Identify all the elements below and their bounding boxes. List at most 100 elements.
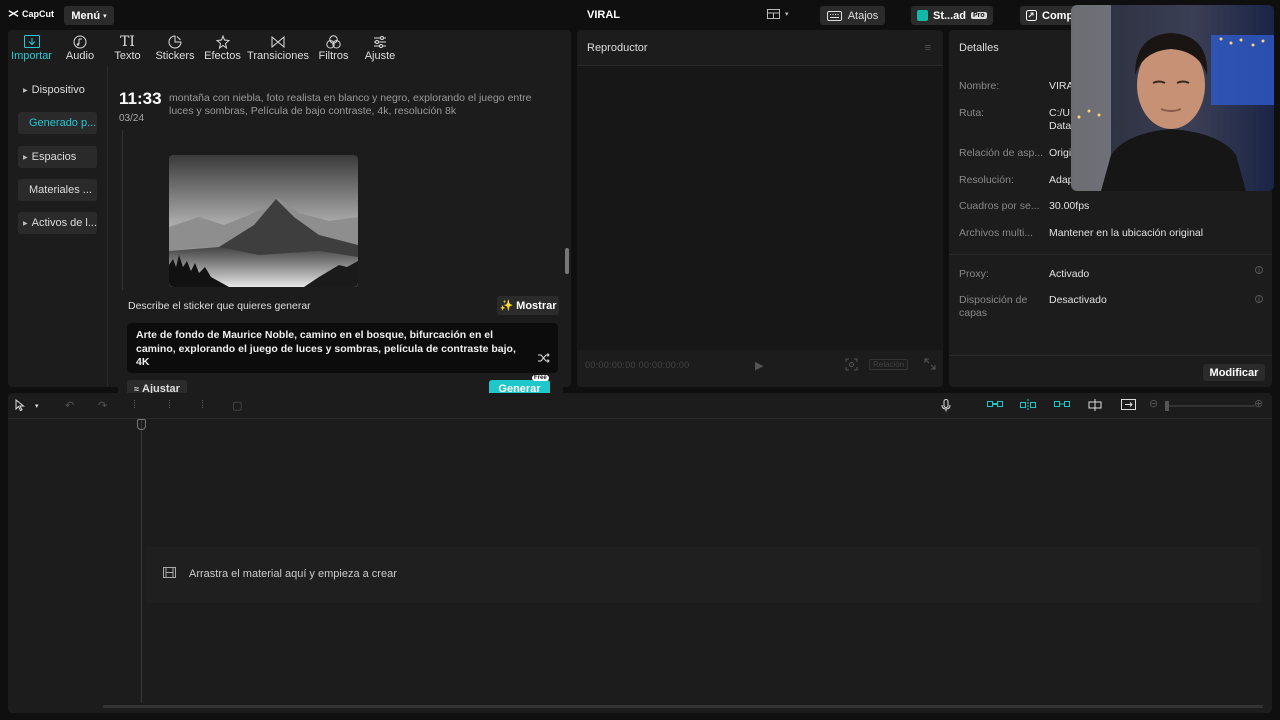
detail-label-fps: Cuadros por se...	[959, 200, 1040, 212]
capcut-logo: CapCut	[8, 8, 54, 19]
detail-label-proxy: Proxy:	[959, 268, 989, 280]
generated-image[interactable]	[169, 155, 358, 287]
detail-label-nombre: Nombre:	[959, 80, 1000, 92]
sidebar-item-espacios[interactable]: ▶ Espacios	[18, 146, 97, 168]
timeline-scrollbar[interactable]	[103, 705, 1263, 708]
sidebar-item-label: Dispositivo	[31, 84, 85, 96]
detail-value-fps: 30.00fps	[1049, 200, 1090, 212]
detail-value-archivos: Mantener en la ubicación original	[1049, 227, 1204, 239]
delete-icon[interactable]: ▢	[232, 399, 242, 412]
auto-snap-icon[interactable]	[1020, 399, 1036, 414]
tab-ajuste[interactable]: Ajuste	[356, 30, 404, 66]
split-icon[interactable]: ⁞	[133, 399, 136, 411]
playhead-handle[interactable]	[137, 419, 146, 430]
sidebar-item-generado[interactable]: Generado p...	[18, 112, 97, 134]
tab-label: Stickers	[155, 50, 195, 62]
media-panel: Importar Audio TI Texto Stickers Efectos…	[8, 30, 571, 404]
shuffle-icon[interactable]	[538, 352, 550, 368]
play-icon[interactable]: ▶	[755, 359, 763, 372]
main-toolbar: Importar Audio TI Texto Stickers Efectos…	[8, 30, 571, 66]
select-cursor-icon[interactable]	[15, 398, 26, 414]
tab-audio[interactable]: Audio	[55, 30, 105, 66]
generator-label: Describe el sticker que quieres generar	[128, 300, 311, 312]
sidebar-item-label: Activos de l...	[31, 217, 97, 229]
preview-axis-icon[interactable]	[1087, 399, 1103, 414]
layout-button[interactable]: ▾	[767, 9, 789, 19]
mostrar-button[interactable]: ✨ Mostrar	[497, 296, 559, 315]
prompt-input[interactable]: Arte de fondo de Maurice Noble, camino e…	[127, 323, 558, 373]
redo-icon[interactable]: ↷	[98, 399, 107, 412]
mostrar-label: Mostrar	[516, 299, 557, 312]
history-time: 11:33	[119, 89, 162, 108]
linkage-icon[interactable]	[1054, 399, 1070, 412]
detail-label-ruta: Ruta:	[959, 107, 985, 119]
caret-right-icon: ▶	[23, 220, 28, 227]
sidebar-item-label: Generado p...	[29, 117, 97, 129]
tab-filtros[interactable]: Filtros	[311, 30, 356, 66]
info-icon[interactable]: i	[1255, 266, 1263, 275]
player-viewport[interactable]	[577, 66, 943, 350]
timeline-panel: ▾ ↶ ↷ ⁞ ⁞ ⁞ ▢ ⊖ ⊕ Arrastra el material a…	[8, 393, 1272, 713]
transitions-icon	[271, 33, 285, 50]
tab-efectos[interactable]: Efectos	[200, 30, 245, 66]
sidebar-item-materiales[interactable]: Materiales ...	[18, 179, 97, 201]
tab-label: Importar	[11, 50, 52, 62]
tab-label: Efectos	[204, 50, 241, 62]
tab-texto[interactable]: TI Texto	[105, 30, 150, 66]
ratio-button[interactable]: Relación	[869, 359, 909, 370]
shortcuts-button[interactable]: Atajos	[820, 6, 885, 25]
player-panel: Reproductor ≡ 00:00:00:00 00:00:00:00 ▶ …	[577, 30, 943, 387]
microphone-icon[interactable]	[941, 399, 951, 415]
webcam-overlay	[1071, 5, 1274, 191]
sticker-generator: Describe el sticker que quieres generar …	[118, 290, 563, 404]
main-track-magnet-icon[interactable]	[987, 399, 1003, 412]
split-right-icon[interactable]: ⁞	[201, 399, 204, 411]
zoom-in-icon[interactable]: ⊕	[1254, 397, 1263, 410]
sidebar-item-label: Espacios	[31, 151, 77, 163]
pro-badge: Pro	[971, 12, 987, 19]
split-left-icon[interactable]: ⁞	[168, 399, 171, 411]
detail-value-disposicion: Desactivado	[1049, 294, 1107, 306]
share-icon	[1026, 10, 1037, 21]
tab-transiciones[interactable]: Transiciones	[245, 30, 311, 66]
sliders-icon: ≈	[134, 383, 140, 394]
zoom-slider-handle[interactable]	[1165, 401, 1169, 411]
adjust-icon	[373, 33, 387, 50]
menu-icon[interactable]: ≡	[925, 42, 931, 54]
project-title[interactable]: VIRAL	[587, 9, 620, 21]
filters-icon	[326, 33, 341, 50]
prompt-text: Arte de fondo de Maurice Noble, camino e…	[136, 329, 516, 368]
detail-label-resolucion: Resolución:	[959, 174, 1014, 186]
content-scrollbar[interactable]	[565, 248, 569, 274]
menu-button[interactable]: Menú ▾	[64, 6, 114, 25]
effects-icon	[215, 33, 230, 50]
studio-button[interactable]: St...ad Pro	[911, 6, 993, 25]
tab-label: Transiciones	[247, 50, 309, 62]
fit-timeline-icon[interactable]	[1121, 399, 1136, 413]
generated-content: 11:33 03/24 montaña con niebla, foto rea…	[109, 66, 571, 404]
layout-icon	[767, 9, 780, 19]
tab-stickers[interactable]: Stickers	[150, 30, 200, 66]
zoom-out-icon[interactable]: ⊖	[1149, 397, 1158, 410]
crop-icon[interactable]	[845, 358, 858, 374]
chevron-down-icon[interactable]: ▾	[35, 402, 39, 410]
detail-value-proxy: Activado	[1049, 268, 1090, 280]
tab-label: Audio	[65, 50, 95, 62]
tab-importar[interactable]: Importar	[8, 30, 55, 66]
fullscreen-icon[interactable]	[924, 358, 936, 373]
sidebar-item-activos[interactable]: ▶ Activos de l...	[18, 212, 97, 234]
studio-label: St...ad	[933, 9, 967, 22]
undo-icon[interactable]: ↶	[65, 399, 74, 412]
tab-label: Texto	[114, 50, 141, 62]
zoom-slider[interactable]	[1165, 405, 1255, 407]
info-icon[interactable]: i	[1255, 295, 1263, 304]
sidebar-item-dispositivo[interactable]: ▶ Dispositivo	[18, 79, 97, 101]
sidebar-item-label: Materiales ...	[29, 184, 92, 196]
shortcuts-label: Atajos	[847, 9, 879, 22]
timeline-toolbar: ▾ ↶ ↷ ⁞ ⁞ ⁞ ▢ ⊖ ⊕	[8, 393, 1272, 419]
sticker-icon	[168, 33, 182, 50]
chevron-down-icon: ▾	[103, 12, 107, 20]
audio-icon	[73, 33, 87, 50]
history-prompt: montaña con niebla, foto realista en bla…	[169, 92, 532, 117]
modificar-button[interactable]: Modificar	[1203, 364, 1265, 381]
